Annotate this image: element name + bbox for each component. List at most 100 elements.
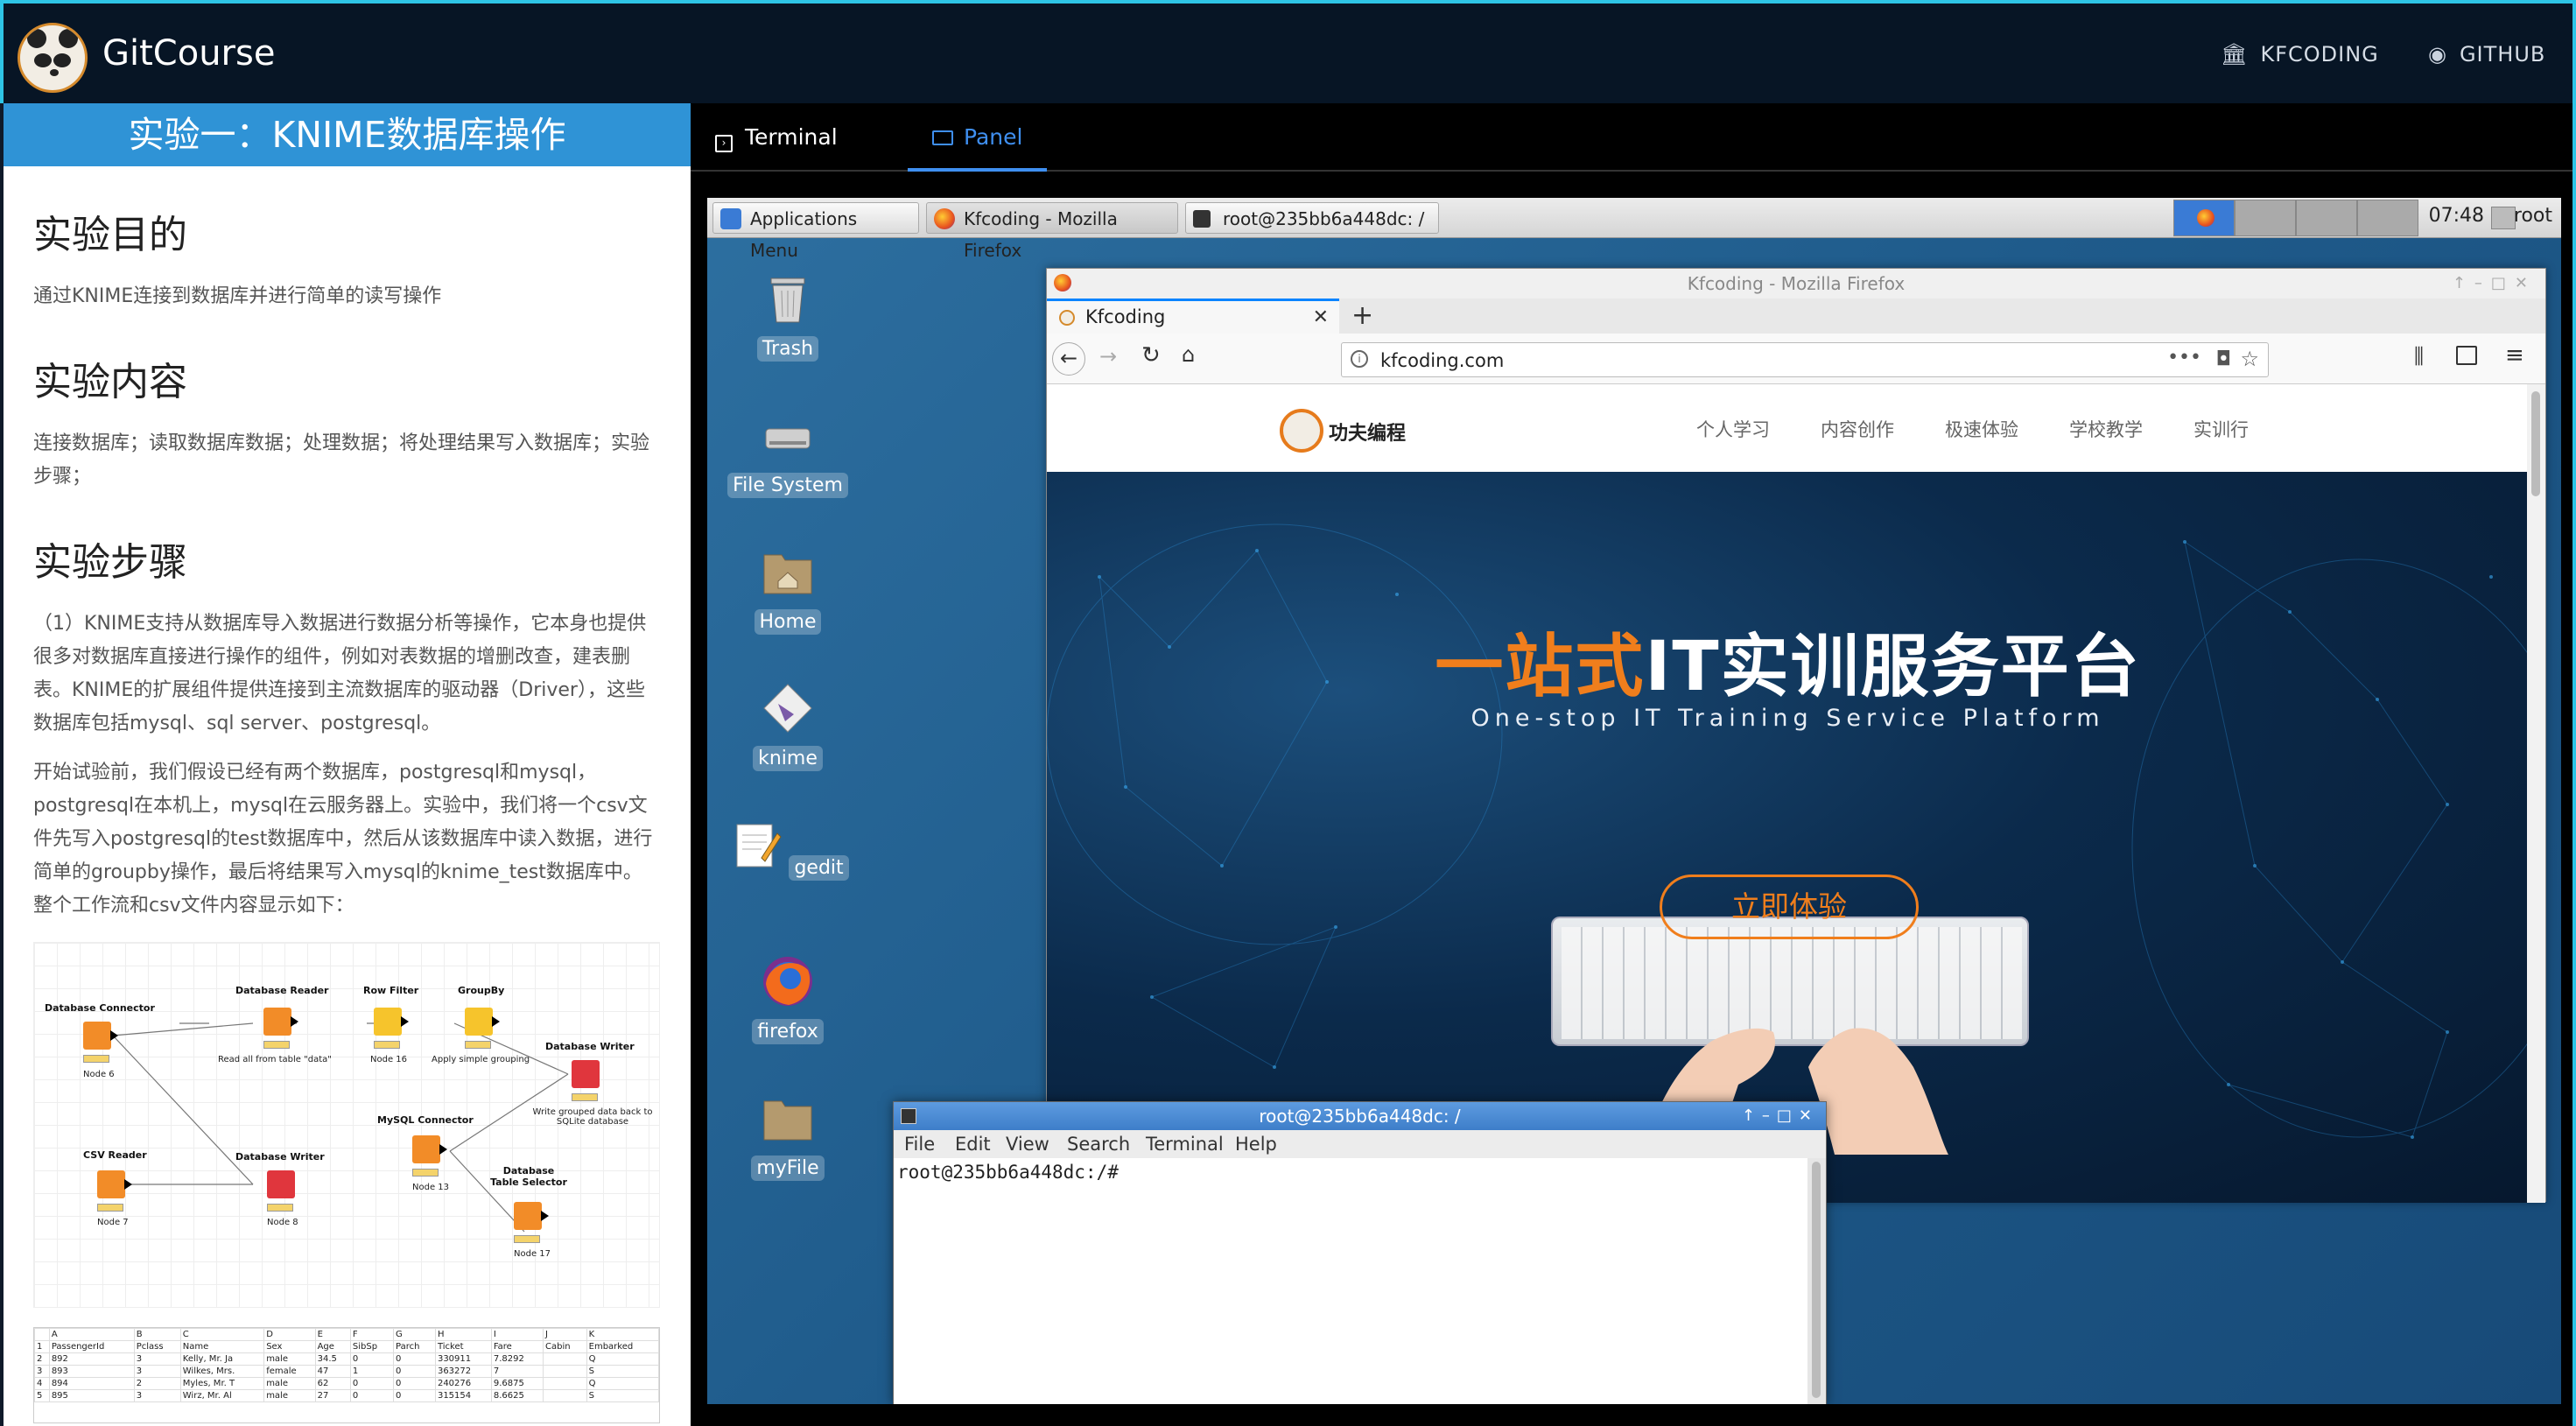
wf-node-sub: Write grouped data back to SQLite databa…: [532, 1107, 653, 1127]
brand-name[interactable]: GitCourse: [102, 33, 275, 74]
firefox-tab-title: Kfcoding: [1085, 306, 1166, 327]
try-now-button[interactable]: 立即体验: [1660, 875, 1919, 939]
workspace-switcher-3[interactable]: [2296, 200, 2357, 236]
applications-menu-button[interactable]: Applications Menu: [712, 202, 919, 261]
wf-node-mysql-connector: [412, 1135, 447, 1163]
knime-icon: [763, 684, 812, 733]
taskbar-window-firefox[interactable]: Kfcoding - Mozilla Firefox: [926, 202, 1178, 261]
section-text-content: 连接数据库；读取数据库数据；处理数据；将处理结果写入数据库；实验步骤；: [33, 432, 650, 488]
table-row: 4 894 2 Myles, Mr. Tmale 62 0 0 240276 9.6875 Q: [34, 1377, 659, 1390]
url-text: kfcoding.com: [1380, 350, 1505, 371]
wf-node-title: MySQL Connector: [377, 1114, 474, 1126]
desktop-icon-home[interactable]: Home: [726, 543, 849, 635]
firefox-window-title: Kfcoding - Mozilla Firefox: [1687, 273, 1906, 294]
tab-terminal-label: Terminal: [745, 124, 838, 150]
terminal-menu-edit[interactable]: Edit: [955, 1134, 991, 1155]
wf-node-sub: Node 17: [514, 1249, 551, 1259]
xfce-mouse-icon: [720, 208, 741, 229]
site-nav-training[interactable]: 实训行: [2193, 416, 2249, 442]
kfcoding-logo-icon[interactable]: [1280, 409, 1323, 453]
terminal-titlebar[interactable]: root@235bb6a448dc: / ↑–□✕: [894, 1102, 1826, 1130]
github-icon: ◉: [2428, 42, 2447, 67]
forward-button[interactable]: →: [1099, 344, 1117, 369]
tab-panel[interactable]: Panel: [908, 103, 1048, 172]
new-tab-button[interactable]: +: [1351, 300, 1373, 331]
terminal-menu-view[interactable]: View: [1006, 1134, 1049, 1155]
wf-node-sub: Node 13: [412, 1183, 450, 1192]
site-nav-quick[interactable]: 极速体验: [1945, 416, 2018, 442]
wf-node-table-selector: [514, 1202, 549, 1230]
desktop-icon-label: firefox: [752, 1019, 824, 1044]
text-editor-icon: [736, 824, 782, 868]
site-nav-creation[interactable]: 内容创作: [1821, 416, 1894, 442]
firefox-scrollbar[interactable]: [2527, 384, 2545, 1203]
back-button[interactable]: ←: [1052, 342, 1085, 376]
library-icon[interactable]: ⫼: [2414, 344, 2424, 369]
wf-node-title: Database Reader: [235, 985, 329, 996]
terminal-scrollbar[interactable]: [1807, 1158, 1826, 1404]
wf-node-title: CSV Reader: [83, 1149, 147, 1161]
url-bar[interactable]: i kfcoding.com ••• ◘ ☆: [1341, 342, 2269, 377]
desktop-icon-myfile[interactable]: myFile: [726, 1089, 849, 1181]
terminal-menu-search[interactable]: Search: [1067, 1134, 1130, 1155]
home-button[interactable]: ⌂: [1182, 342, 1195, 367]
site-logo-text[interactable]: 功夫编程: [1329, 418, 1406, 446]
desktop-icon-label: gedit: [789, 855, 849, 881]
wf-node-row-filter: [374, 1008, 409, 1036]
github-link[interactable]: ◉ GITHUB: [2428, 42, 2545, 67]
sidebar-icon[interactable]: [2456, 346, 2477, 365]
close-icon[interactable]: ✕: [1313, 306, 1329, 328]
workspace-switcher-4[interactable]: [2357, 200, 2418, 236]
desktop-icon-gedit[interactable]: gedit: [726, 816, 849, 881]
terminal-menu-file[interactable]: File: [904, 1134, 935, 1155]
terminal-menu-help[interactable]: Help: [1235, 1134, 1277, 1155]
window-controls[interactable]: ↑–□✕: [1742, 1102, 1819, 1130]
terminal-prompt: root@235bb6a448dc:/#: [897, 1162, 1119, 1183]
window-controls[interactable]: ↑–□✕: [2453, 269, 2537, 299]
reload-button[interactable]: ↻: [1141, 342, 1161, 369]
wf-node-sub: Apply simple grouping: [432, 1055, 530, 1064]
wf-node-sub: Node 7: [97, 1218, 129, 1227]
workspace-switcher-1[interactable]: [2173, 200, 2235, 236]
wf-node-db-reader: [263, 1008, 298, 1036]
firefox-navbar: ← → ↻ ⌂ i kfcoding.com ••• ◘ ☆ ⫼ ≡: [1047, 334, 2545, 384]
table-row: 5 895 3 Wirz, Mr. Al male 27 0 0 315154 8.6625 S: [34, 1389, 659, 1402]
terminal-icon: ›: [715, 135, 733, 152]
page-actions-icon[interactable]: •••: [2167, 347, 2201, 369]
wf-node-title: Database Table Selector: [490, 1165, 567, 1188]
taskbar-user[interactable]: root: [2514, 205, 2552, 227]
pocket-icon[interactable]: ◘: [2216, 348, 2231, 370]
panda-logo-icon[interactable]: [18, 23, 88, 93]
taskbar-window-terminal[interactable]: root@235bb6a448dc: /: [1185, 202, 1439, 234]
hero-title-rest: IT实训服务平台: [1645, 628, 2141, 706]
wf-node-sub: Node 16: [370, 1055, 408, 1064]
firefox-titlebar[interactable]: Kfcoding - Mozilla Firefox ↑–□✕: [1047, 269, 2545, 299]
kfcoding-link[interactable]: 🏛 KFCODING: [2221, 42, 2379, 67]
desktop-icon-firefox[interactable]: firefox: [726, 952, 849, 1044]
bookmark-star-icon[interactable]: ☆: [2240, 347, 2259, 371]
terminal-menu-terminal[interactable]: Terminal: [1146, 1134, 1224, 1155]
section-heading-steps: 实验步骤: [33, 540, 187, 585]
folder-icon: [763, 1100, 812, 1141]
firefox-icon: [2197, 209, 2215, 227]
terminal-window: root@235bb6a448dc: / ↑–□✕ File Edit View…: [893, 1101, 1827, 1404]
firefox-tab-kfcoding[interactable]: Kfcoding ✕: [1047, 299, 1339, 334]
terminal-icon: [901, 1108, 916, 1124]
site-nav-school[interactable]: 学校教学: [2069, 416, 2143, 442]
desktop-icon-knime[interactable]: knime: [726, 679, 849, 771]
desktop-icon-label: File System: [727, 473, 848, 498]
tab-terminal[interactable]: › Terminal: [715, 103, 838, 172]
hero-title: 一站式IT实训服务平台: [1047, 612, 2529, 710]
terminal-menubar: File Edit View Search Terminal Help: [894, 1130, 1826, 1158]
workspace-switcher-2[interactable]: [2235, 200, 2296, 236]
taskbar-clock[interactable]: 07:48: [2429, 205, 2484, 227]
desktop-icon-filesystem[interactable]: File System: [726, 406, 849, 498]
site-nav-personal[interactable]: 个人学习: [1696, 416, 1770, 442]
desktop-icon-trash[interactable]: Trash: [726, 270, 849, 362]
keyboard-icon[interactable]: [2491, 207, 2516, 229]
top-navbar: GitCourse 🏛 KFCODING ◉ GITHUB: [0, 0, 2576, 103]
menu-icon[interactable]: ≡: [2505, 342, 2524, 369]
terminal-output[interactable]: root@235bb6a448dc:/#: [894, 1158, 1809, 1404]
remote-desktop[interactable]: Applications Menu Kfcoding - Mozilla Fir…: [707, 198, 2561, 1404]
kfcoding-link-label: KFCODING: [2260, 42, 2379, 67]
